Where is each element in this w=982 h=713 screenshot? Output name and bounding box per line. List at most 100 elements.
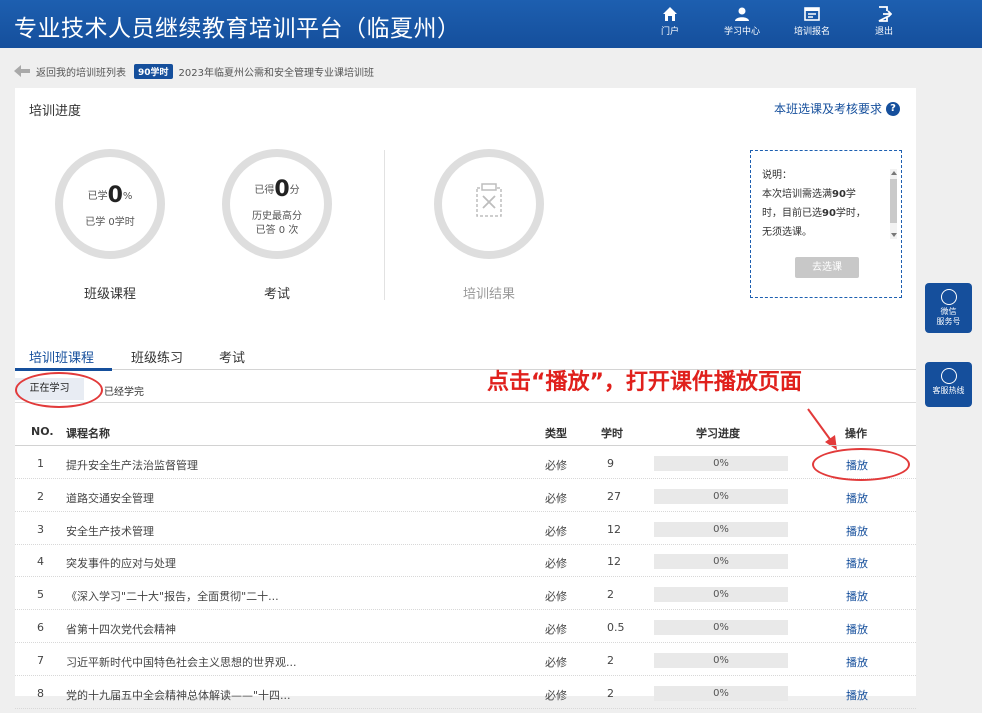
certificate-icon: [476, 183, 502, 217]
exam-highest-label: 历史最高分: [252, 211, 302, 222]
notice-scrollbar[interactable]: [890, 169, 897, 239]
col-no: NO.: [31, 425, 54, 438]
logout-icon: [878, 6, 892, 22]
exam-caption[interactable]: 考试: [222, 283, 332, 302]
scroll-down-icon[interactable]: [891, 233, 897, 237]
row-progress-bar: 0%: [654, 521, 788, 537]
exam-score-value: 0: [274, 177, 290, 202]
row-hours: 12: [607, 555, 621, 569]
requirements-link-label: 本班选课及考核要求: [773, 102, 882, 116]
wechat-service-button[interactable]: 微信 服务号: [925, 283, 972, 333]
course-hours-learned: 已学 0学时: [85, 217, 135, 228]
table-row: 5 《深入学习"二十大"报告，全面贯彻"二十... 必修 2 0% 播放: [15, 578, 916, 611]
course-prefix: 已学: [87, 191, 108, 202]
row-progress-text: 0%: [713, 687, 729, 699]
play-button[interactable]: 播放: [846, 621, 868, 637]
notice-box: 说明： 本次培训需选满90学 时，目前已选90学时， 无须选课。 去选课: [750, 150, 902, 298]
course-caption[interactable]: 班级课程: [55, 283, 165, 302]
row-type: 必修: [545, 623, 567, 636]
row-course-name: 《深入学习"二十大"报告，全面贯彻"二十...: [66, 590, 279, 604]
row-type: 必修: [545, 688, 567, 702]
row-course-name: 安全生产技术管理: [66, 524, 154, 538]
nav-learning-center[interactable]: 学习中心: [716, 4, 768, 44]
row-course-name: 习近平新时代中国特色社会主义思想的世界观...: [66, 655, 297, 669]
row-progress-bar: 0%: [654, 456, 788, 471]
nav-home-label: 门户: [660, 27, 679, 37]
play-button[interactable]: 播放: [846, 588, 868, 604]
row-hours: 2: [607, 686, 614, 700]
row-type: 必修: [545, 557, 567, 571]
row-course-name: 省第十四次党代会精神: [66, 623, 176, 636]
nav-registration[interactable]: 培训报名: [786, 4, 838, 44]
help-icon: ?: [886, 101, 900, 116]
notice-line4: 无须选课。: [762, 227, 812, 238]
exam-attempts: 已答 0 次: [255, 225, 299, 236]
course-unit: %: [122, 191, 133, 202]
tab-class-courses[interactable]: 培训班课程: [29, 347, 94, 366]
row-no: 1: [37, 457, 44, 470]
table-row: 8 党的十九届五中全会精神总体解读——"十四... 必修 2 0% 播放: [15, 677, 916, 709]
play-button[interactable]: 播放: [846, 490, 868, 506]
course-progress-ring: 已学0% 已学 0学时: [55, 149, 165, 259]
row-hours: 12: [607, 522, 621, 536]
row-no: 7: [37, 653, 44, 667]
notice-line3c: 学时，: [835, 208, 866, 219]
row-no: 4: [37, 555, 44, 569]
hotline-label: 客服热线: [932, 386, 965, 395]
table-row: 4 突发事件的应对与处理 必修 12 0% 播放: [15, 545, 916, 578]
phone-icon: [940, 368, 957, 384]
exam-score-ring: 已得0分 历史最高分 已答 0 次: [222, 149, 332, 259]
row-progress-bar: 0%: [654, 587, 788, 603]
row-progress-text: 0%: [713, 654, 729, 666]
nav-home[interactable]: 门户: [644, 4, 696, 44]
row-course-name: 道路交通安全管理: [66, 491, 154, 505]
course-percent-value: 0: [107, 183, 123, 208]
hours-badge: 90学时: [134, 63, 173, 79]
tab-exam[interactable]: 考试: [219, 347, 245, 366]
row-no: 6: [37, 621, 44, 634]
active-tab-indicator: [15, 368, 112, 371]
choose-course-button[interactable]: 去选课: [795, 257, 859, 278]
user-icon: [735, 7, 749, 21]
table-row: 7 习近平新时代中国特色社会主义思想的世界观... 必修 2 0% 播放: [15, 644, 916, 676]
wechat-label-2: 服务号: [936, 317, 961, 326]
tab-class-practice[interactable]: 班级练习: [131, 347, 183, 366]
requirements-link[interactable]: 本班选课及考核要求 ?: [774, 100, 900, 117]
back-to-class-list-link[interactable]: 返回我的培训班列表: [36, 64, 126, 79]
play-button[interactable]: 播放: [846, 687, 868, 703]
notice-text: 说明： 本次培训需选满90学 时，目前已选90学时， 无须选课。: [762, 166, 887, 242]
row-progress-text: 0%: [713, 556, 729, 568]
row-type: 必修: [545, 459, 567, 472]
scroll-thumb[interactable]: [890, 179, 897, 223]
notice-line3a: 时，目前已选: [762, 208, 822, 219]
notice-line2a: 本次培训需选满: [762, 189, 832, 200]
nav-learning-center-label: 学习中心: [723, 27, 760, 37]
notice-line1: 说明：: [762, 170, 792, 181]
row-course-name: 党的十九届五中全会精神总体解读——"十四...: [66, 688, 291, 702]
nav-logout[interactable]: 退出: [858, 4, 910, 44]
row-type: 必修: [545, 491, 567, 505]
play-button[interactable]: 播放: [846, 555, 868, 571]
back-arrow-icon[interactable]: [14, 65, 30, 77]
scroll-up-icon[interactable]: [891, 171, 897, 175]
col-hours: 学时: [601, 427, 623, 440]
subtab-completed[interactable]: 已经学完: [104, 383, 144, 398]
play-button[interactable]: 播放: [846, 654, 868, 670]
annotation-callout: 点击“播放”，打开课件播放页面: [487, 370, 802, 395]
row-hours: 9: [607, 457, 614, 470]
wechat-icon: [940, 289, 957, 305]
row-hours: 27: [607, 489, 621, 503]
play-button[interactable]: 播放: [846, 523, 868, 539]
row-progress-bar: 0%: [654, 488, 788, 504]
table-row: 3 安全生产技术管理 必修 12 0% 播放: [15, 513, 916, 545]
col-type: 类型: [545, 427, 567, 440]
nav-logout-label: 退出: [874, 27, 893, 37]
top-header: 专业技术人员继续教育培训平台（临夏州） 门户 学习中心 培训报名 退出: [0, 0, 982, 48]
row-progress-bar: 0%: [654, 685, 788, 701]
divider: [384, 150, 385, 300]
table-header: NO. 课程名称 类型 学时 学习进度 操作: [15, 420, 916, 446]
row-no: 5: [37, 588, 44, 602]
home-icon: [663, 7, 677, 21]
hotline-button[interactable]: 客服热线: [925, 362, 972, 407]
training-progress-panel: 培训进度 本班选课及考核要求 ? 已学0% 已学 0学时 班级课程 已得0分 历…: [15, 88, 916, 336]
